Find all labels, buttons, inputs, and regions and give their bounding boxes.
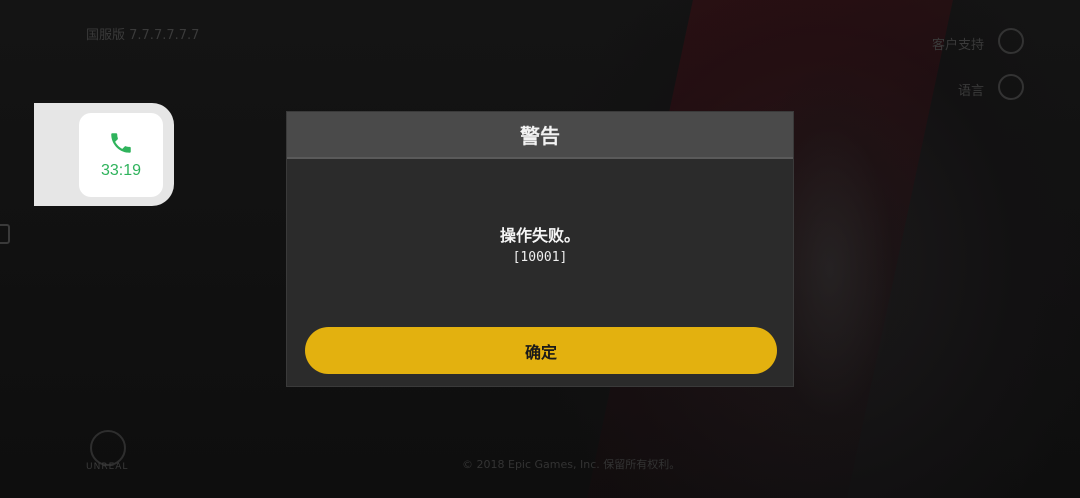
globe-icon[interactable] bbox=[998, 74, 1024, 100]
phone-icon bbox=[111, 133, 131, 153]
unreal-engine-logo-icon bbox=[90, 430, 126, 466]
call-widget-card[interactable]: 33:19 bbox=[79, 113, 163, 197]
dialog-title: 警告 bbox=[520, 124, 560, 148]
dialog-header: 警告 bbox=[287, 112, 793, 159]
language-label[interactable]: 语言 bbox=[958, 80, 984, 99]
support-label[interactable]: 客户支持 bbox=[932, 34, 984, 53]
call-duration: 33:19 bbox=[100, 162, 142, 179]
side-tab-icon[interactable] bbox=[0, 224, 10, 244]
headset-icon[interactable] bbox=[998, 28, 1024, 54]
error-code: [10001] bbox=[512, 250, 568, 265]
dialog-message: 操作失败。 bbox=[499, 226, 580, 245]
engine-logo-text: UNREAL bbox=[86, 462, 129, 472]
alert-dialog: 警告 操作失败。 [10001] 确定 bbox=[286, 111, 794, 387]
copyright-text: © 2018 Epic Games, Inc. 保留所有权利。 bbox=[462, 458, 681, 471]
confirm-button[interactable]: 确定 bbox=[305, 327, 777, 374]
version-text: 国服版 7.7.7.7.7.7 bbox=[86, 28, 200, 43]
